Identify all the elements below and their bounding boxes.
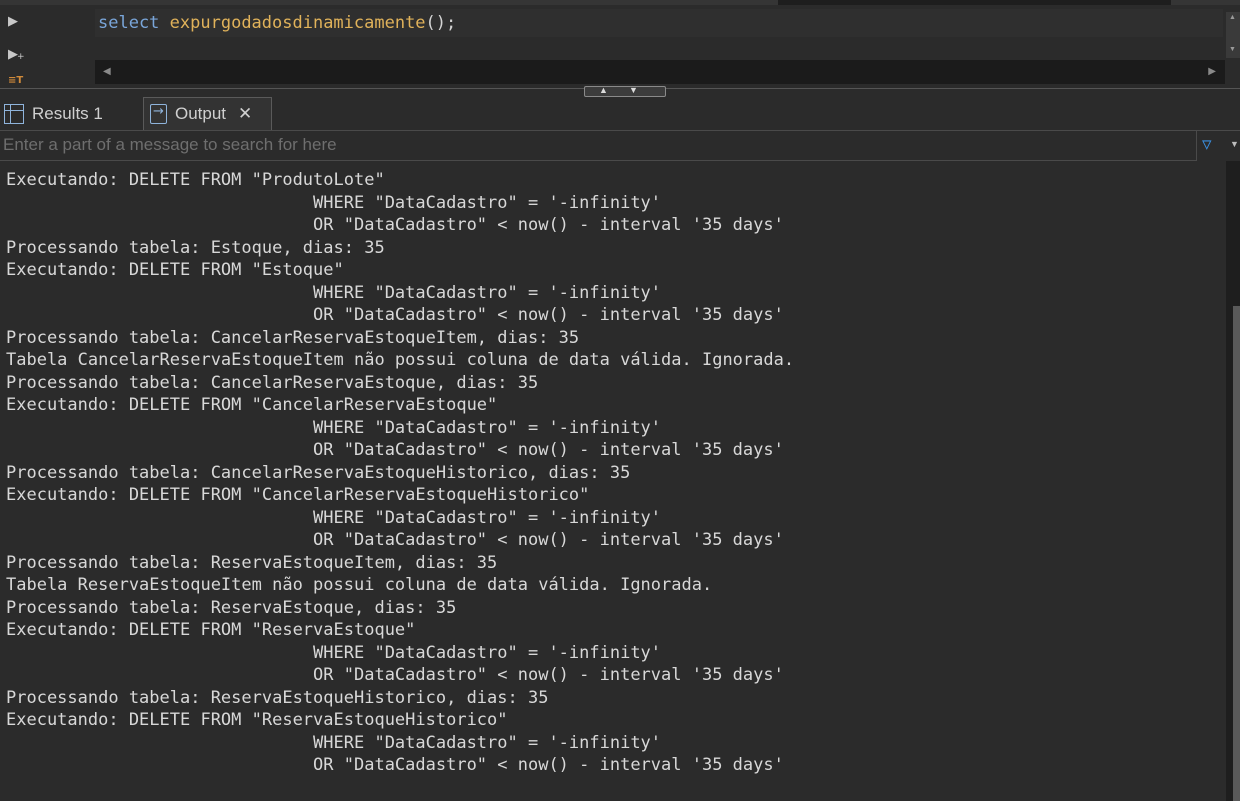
collapse-up-icon[interactable]: ▲	[599, 85, 608, 95]
splitter-handle[interactable]: ▲ ▼	[584, 85, 666, 97]
output-line: OR "DataCadastro" < now() - interval '35…	[6, 530, 784, 550]
output-line: Tabela ReservaEstoqueItem não possui col…	[6, 575, 713, 595]
filter-button[interactable]: ▿ ▼	[1202, 133, 1240, 157]
output-line: OR "DataCadastro" < now() - interval '35…	[6, 440, 784, 460]
output-line: OR "DataCadastro" < now() - interval '35…	[6, 665, 784, 685]
explain-plan-icon[interactable]: ≡T	[8, 75, 23, 86]
output-line: Executando: DELETE FROM "ProdutoLote"	[6, 170, 385, 190]
output-line: WHERE "DataCadastro" = '-infinity'	[6, 417, 662, 438]
output-line: Executando: DELETE FROM "ReservaEstoque"	[6, 620, 416, 640]
play-icon[interactable]: ▶	[8, 14, 18, 29]
editor-gutter: ▶ ▶ + ≡T	[0, 5, 30, 92]
message-search-bar	[0, 131, 1197, 161]
sql-function-name: expurgodadosdinamicamente	[169, 13, 426, 33]
collapse-down-icon[interactable]: ▼	[629, 85, 638, 95]
scroll-right-icon[interactable]: ▶	[1208, 66, 1216, 77]
chevron-down-icon[interactable]: ▼	[1230, 139, 1239, 149]
close-icon[interactable]: ✕	[238, 104, 252, 124]
output-line: OR "DataCadastro" < now() - interval '35…	[6, 215, 784, 235]
result-tabbar: Results 1 → Output ✕	[0, 97, 1240, 131]
run-script-icon[interactable]: ▶ +	[8, 47, 25, 62]
output-line: Executando: DELETE FROM "CancelarReserva…	[6, 395, 498, 415]
sql-punctuation: ();	[425, 13, 457, 33]
output-line: WHERE "DataCadastro" = '-infinity'	[6, 732, 662, 753]
editor-horizontal-scrollbar[interactable]: ◀ ▶	[95, 60, 1225, 84]
output-line: Executando: DELETE FROM "Estoque"	[6, 260, 344, 280]
code-line[interactable]: select expurgodadosdinamicamente();	[98, 13, 456, 33]
editor-top-border	[0, 0, 1240, 5]
output-line: Processando tabela: CancelarReservaEstoq…	[6, 372, 539, 393]
output-line: Processando tabela: CancelarReservaEstoq…	[6, 327, 580, 348]
output-vertical-scrollbar[interactable]	[1226, 161, 1240, 801]
output-icon: →	[150, 104, 167, 124]
editor-vertical-scrollbar[interactable]: ▲ ▼	[1226, 12, 1240, 58]
output-line: OR "DataCadastro" < now() - interval '35…	[6, 305, 784, 325]
output-line: Processando tabela: Estoque, dias: 35	[6, 237, 385, 258]
output-line: Processando tabela: CancelarReservaEstoq…	[6, 462, 631, 483]
message-search-input[interactable]	[0, 131, 1196, 159]
output-line: Executando: DELETE FROM "CancelarReserva…	[6, 485, 590, 505]
output-line: WHERE "DataCadastro" = '-infinity'	[6, 507, 662, 528]
filter-icon: ▿	[1202, 133, 1212, 155]
scroll-left-icon[interactable]: ◀	[103, 66, 111, 77]
sql-keyword: select	[98, 13, 160, 33]
output-line: WHERE "DataCadastro" = '-infinity'	[6, 282, 662, 303]
tab-results-1[interactable]: Results 1	[4, 97, 142, 130]
scroll-down-icon[interactable]: ▼	[1229, 46, 1236, 53]
output-line: Executando: DELETE FROM "ReservaEstoqueH…	[6, 710, 508, 730]
output-line: Processando tabela: ReservaEstoque, dias…	[6, 597, 457, 618]
tab-output[interactable]: → Output ✕	[143, 97, 272, 130]
output-log[interactable]: Executando: DELETE FROM "ProdutoLote" WH…	[0, 161, 1226, 801]
scroll-up-icon[interactable]: ▲	[1229, 14, 1236, 21]
output-line: OR "DataCadastro" < now() - interval '35…	[6, 755, 784, 775]
output-line: Processando tabela: ReservaEstoqueHistor…	[6, 687, 549, 708]
scrollbar-thumb[interactable]	[1233, 306, 1240, 801]
tab-label: Output	[175, 104, 227, 123]
output-line: WHERE "DataCadastro" = '-infinity'	[6, 192, 662, 213]
sql-editor[interactable]: ▶ ▶ + ≡T select expurgodadosdinamicamente…	[0, 0, 1240, 92]
grid-icon	[4, 103, 24, 124]
tab-label: Results 1	[32, 103, 103, 123]
output-line: WHERE "DataCadastro" = '-infinity'	[6, 642, 662, 663]
output-line: Tabela CancelarReservaEstoqueItem não po…	[6, 350, 795, 370]
output-log-text: Executando: DELETE FROM "ProdutoLote" WH…	[6, 169, 794, 777]
output-line: Processando tabela: ReservaEstoqueItem, …	[6, 552, 498, 573]
